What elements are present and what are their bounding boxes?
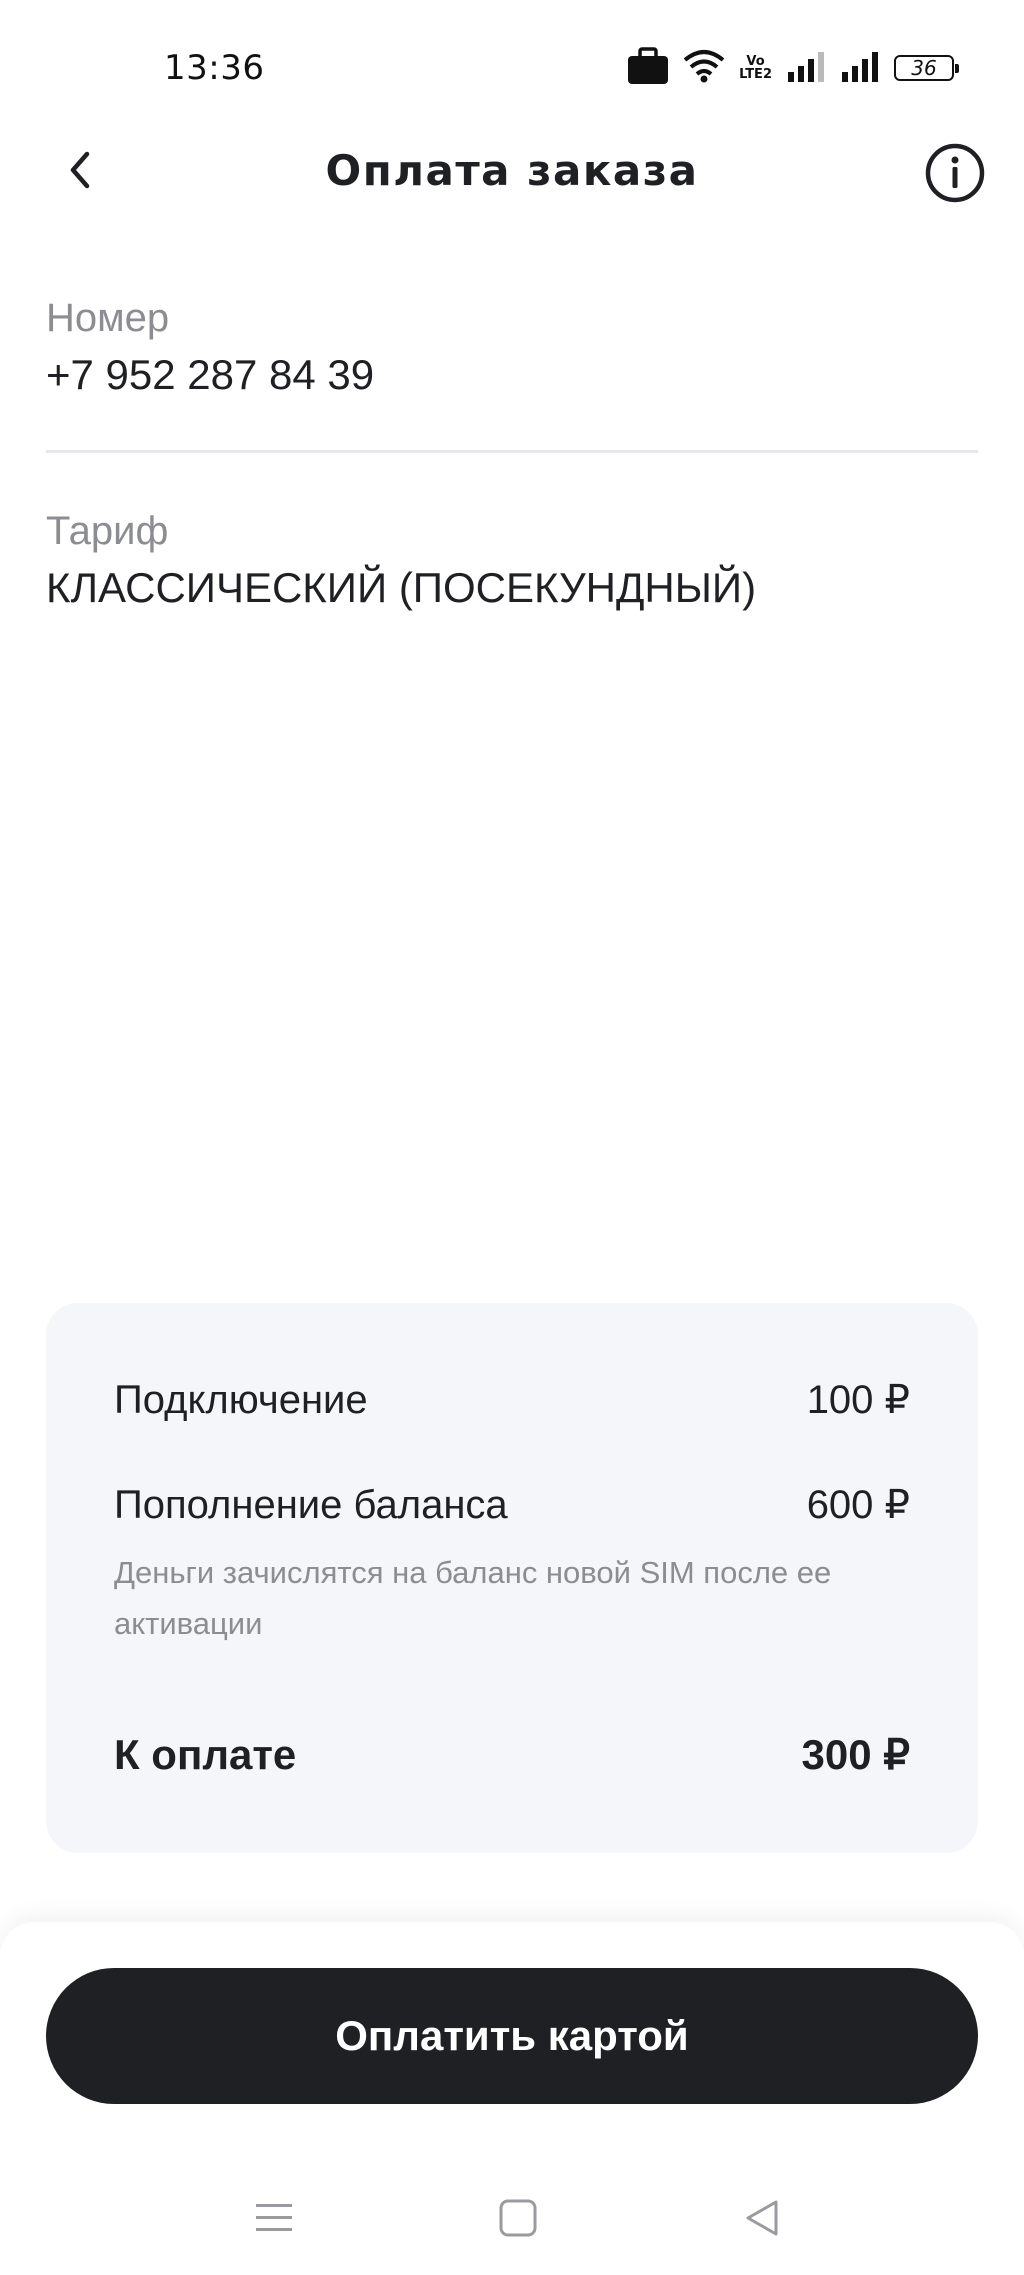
system-nav-bar bbox=[0, 2170, 1024, 2260]
divider bbox=[46, 450, 978, 453]
nav-home-button[interactable] bbox=[488, 2188, 548, 2248]
status-icons: Vo LTE2 36 bbox=[627, 46, 959, 90]
wifi-icon bbox=[683, 48, 725, 89]
page-title: Оплата заказа bbox=[325, 146, 699, 195]
pay-by-card-button[interactable]: Оплатить картой bbox=[46, 1968, 978, 2104]
volte-bottom-text: LTE2 bbox=[739, 67, 772, 82]
signal-2-icon bbox=[840, 50, 880, 87]
status-time: 13:36 bbox=[164, 48, 265, 88]
volte-icon: Vo LTE2 bbox=[739, 55, 772, 81]
tariff-value: КЛАССИЧЕСКИЙ (ПОСЕКУНДНЫЙ) bbox=[46, 564, 757, 611]
battery-level: 36 bbox=[911, 56, 937, 80]
topup-label: Пополнение баланса bbox=[114, 1483, 508, 1527]
tariff-field: Тариф КЛАССИЧЕСКИЙ (ПОСЕКУНДНЫЙ) bbox=[46, 506, 978, 616]
battery-icon: 36 bbox=[894, 55, 959, 81]
tariff-label: Тариф bbox=[46, 509, 169, 553]
total-amount: 300 ₽ bbox=[801, 1731, 910, 1778]
triangle-back-icon bbox=[746, 2200, 778, 2236]
header: Оплата заказа bbox=[0, 130, 1024, 220]
number-field: Номер +7 952 287 84 39 bbox=[46, 293, 978, 403]
total-row: К оплате 300 ₽ bbox=[114, 1730, 910, 1779]
info-circle-icon bbox=[925, 143, 985, 203]
number-value: +7 952 287 84 39 bbox=[46, 351, 375, 398]
signal-1-icon bbox=[786, 50, 826, 87]
number-label: Номер bbox=[46, 296, 170, 340]
briefcase-icon bbox=[627, 46, 669, 90]
topup-row: Пополнение баланса 600 ₽ bbox=[114, 1482, 910, 1528]
summary-card: Подключение 100 ₽ Пополнение баланса 600… bbox=[46, 1303, 978, 1853]
status-bar: 13:36 Vo LTE2 36 bbox=[0, 0, 1024, 130]
total-label: К оплате bbox=[114, 1731, 297, 1778]
connection-row: Подключение 100 ₽ bbox=[114, 1377, 910, 1423]
connection-amount: 100 ₽ bbox=[806, 1378, 910, 1422]
info-button[interactable] bbox=[924, 142, 986, 204]
nav-back-button[interactable] bbox=[732, 2188, 792, 2248]
nav-menu-button[interactable] bbox=[244, 2188, 304, 2248]
connection-label: Подключение bbox=[114, 1378, 368, 1422]
topup-amount: 600 ₽ bbox=[806, 1483, 910, 1527]
topup-note: Деньги зачислятся на баланс новой SIM по… bbox=[114, 1555, 832, 1641]
square-icon bbox=[499, 2199, 537, 2237]
menu-icon bbox=[256, 2204, 292, 2231]
